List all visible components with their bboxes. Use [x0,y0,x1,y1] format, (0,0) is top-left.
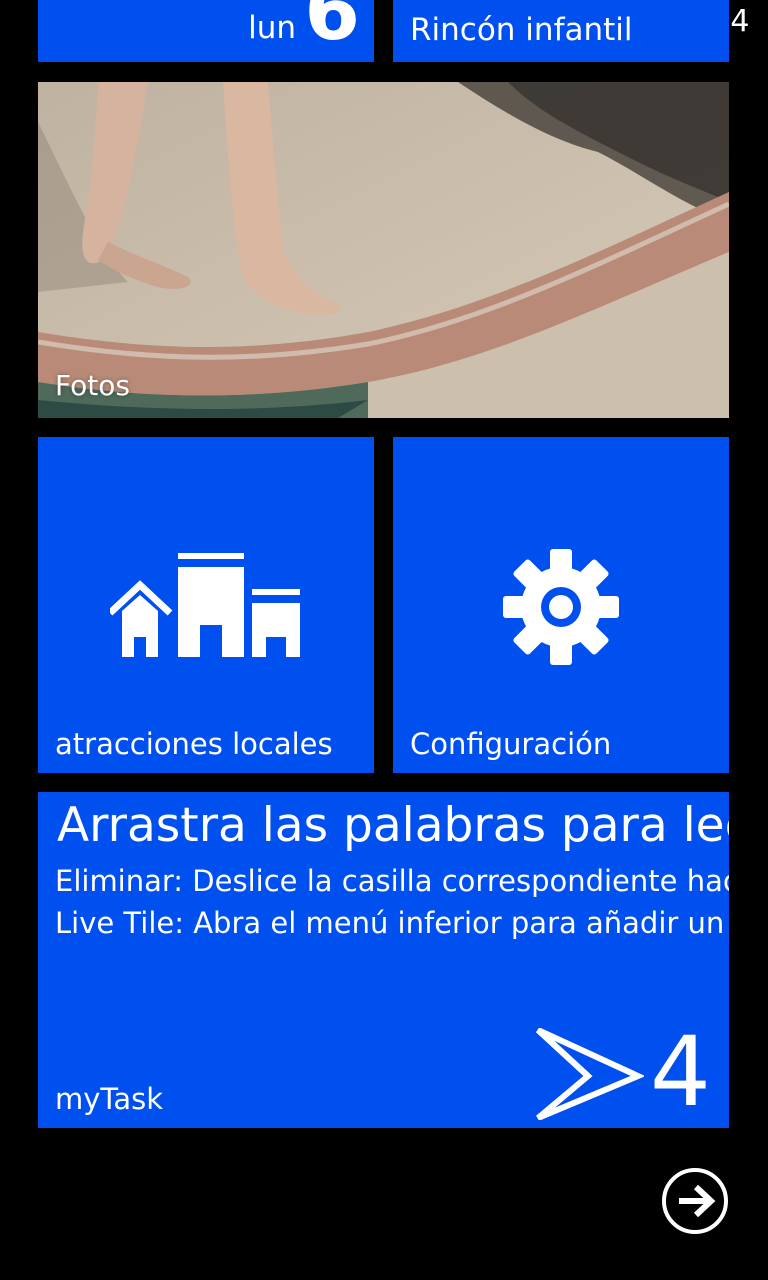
calendar-day-number: 6 [304,0,360,58]
calendar-day-of-week: lun [248,10,296,46]
gear-icon [503,549,619,665]
buildings-icon [110,553,300,657]
local-attractions-tile[interactable]: atracciones locales [38,437,374,773]
mytask-tile[interactable]: Arrastra las palabras para leer Eliminar… [38,792,729,1128]
mytask-label: myTask [55,1082,163,1116]
mytask-count: 4 [649,1016,711,1128]
photos-label: Fotos [55,369,130,402]
mytask-headline: Arrastra las palabras para leer [57,798,729,853]
mytask-tip-delete: Eliminar: Deslice la casilla correspondi… [55,864,729,898]
local-attractions-label: atracciones locales [55,727,333,761]
settings-tile[interactable]: Configuración [393,437,729,773]
calendar-tile[interactable]: lun 6 [38,0,374,62]
mytask-tip-live-tile: Live Tile: Abra el menú inferior para añ… [55,906,725,940]
settings-label: Configuración [410,727,612,761]
kids-corner-tile[interactable]: Rincón infantil [393,0,729,62]
arrow-right-circle-icon[interactable] [661,1167,729,1235]
kids-corner-label: Rincón infantil [410,12,633,48]
photo-image [38,82,729,418]
photos-tile[interactable]: Fotos [38,82,729,418]
send-arrow-icon [535,1028,644,1120]
